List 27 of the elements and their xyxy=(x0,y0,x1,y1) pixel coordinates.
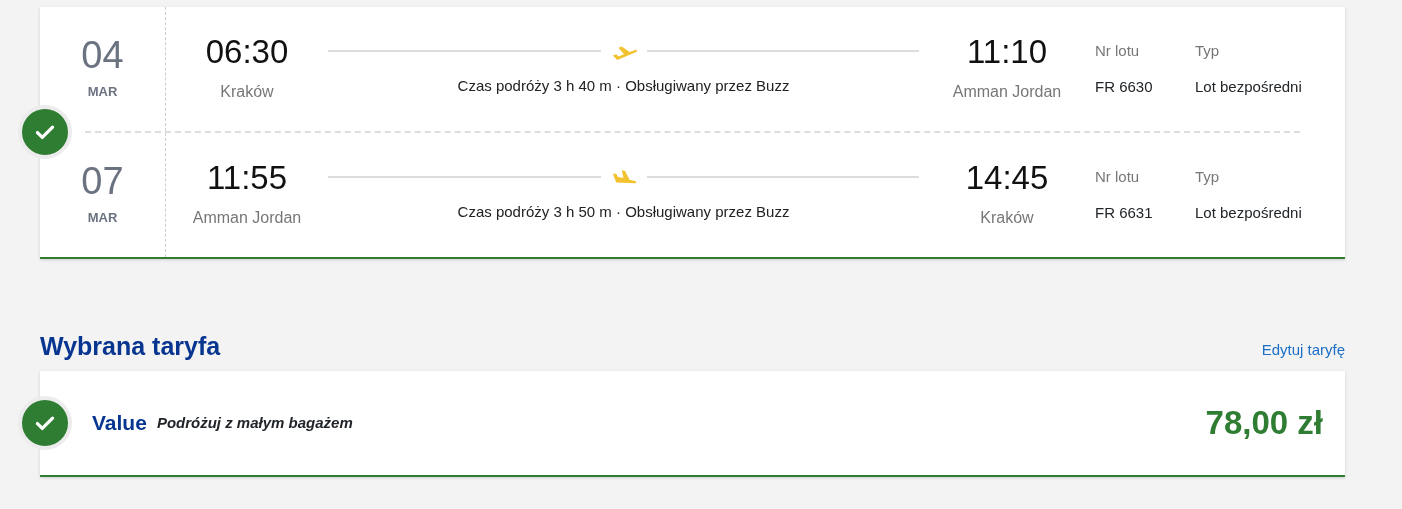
flight-number-label: Nr lotu xyxy=(1095,40,1141,61)
flight-type: Lot bezpośredni xyxy=(1195,77,1303,97)
fare-name: Value xyxy=(92,410,147,437)
edit-fare-link[interactable]: Edytuj taryfę xyxy=(1261,338,1345,361)
departure-time: 11:55 xyxy=(206,160,288,194)
type-label: Typ xyxy=(1195,40,1221,61)
arrival-time: 14:45 xyxy=(965,160,1049,194)
flight-number-label: Nr lotu xyxy=(1095,166,1141,187)
flight-info: Czas podróży 3 h 40 m · Obsługiwany przez Buzz xyxy=(457,75,790,96)
departure-time: 06:30 xyxy=(205,34,289,68)
flight-number: FR 6630 xyxy=(1095,77,1154,97)
arrival-city: Kraków xyxy=(980,207,1034,228)
departure-city: Kraków xyxy=(220,81,274,102)
arrival-city: Amman Jordan xyxy=(952,81,1062,102)
fare-description: Podróżuj z małym bagażem xyxy=(156,412,353,433)
date-day: 04 xyxy=(81,36,124,75)
date-month: MAR xyxy=(87,83,118,102)
flight-number: FR 6631 xyxy=(1095,203,1154,223)
date-month: MAR xyxy=(87,209,118,228)
type-label: Typ xyxy=(1195,166,1221,187)
date-day: 07 xyxy=(81,162,124,201)
departure-city: Amman Jordan xyxy=(192,207,302,228)
fare-price: 78,00 zł xyxy=(1205,403,1323,444)
arrival-time: 11:10 xyxy=(966,34,1048,68)
flight-type: Lot bezpośredni xyxy=(1195,203,1303,223)
flight-info: Czas podróży 3 h 50 m · Obsługiwany przez Buzz xyxy=(457,201,790,222)
section-title: Wybrana taryfa xyxy=(40,331,221,361)
